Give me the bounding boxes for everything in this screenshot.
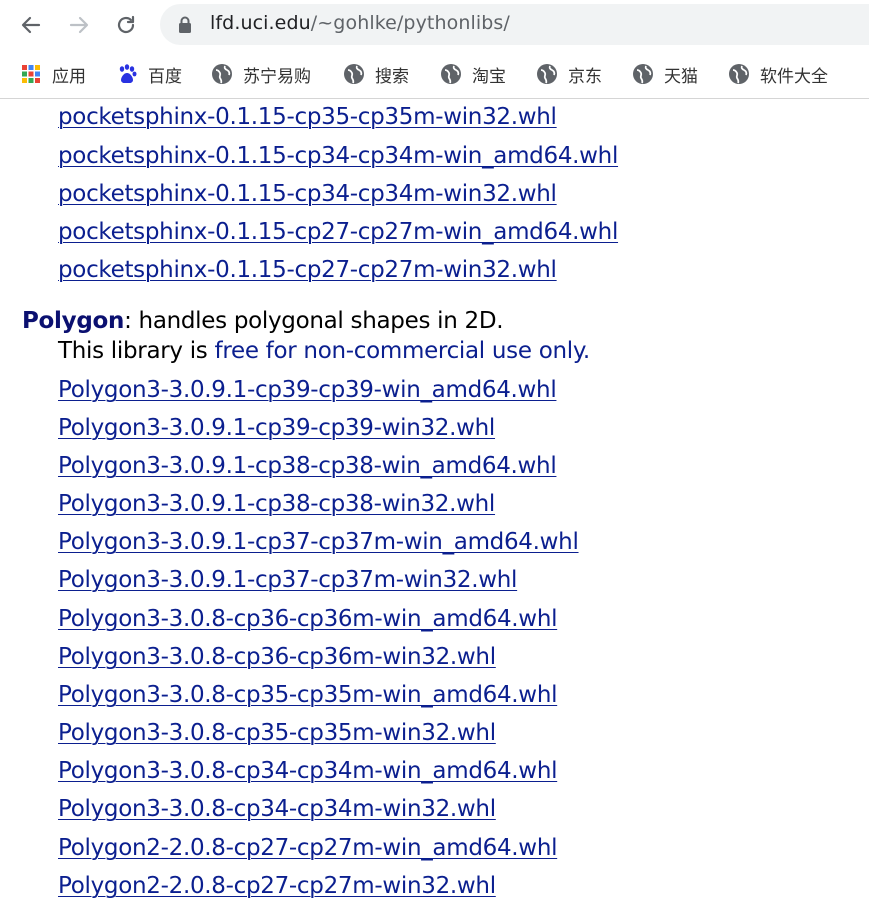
bookmark-label: 苏宁易购 xyxy=(243,66,311,87)
forward-button[interactable] xyxy=(62,8,96,42)
bookmark-label: 软件大全 xyxy=(760,66,828,87)
download-link[interactable]: Polygon3-3.0.8-cp36-cp36m-win_amd64.whl xyxy=(58,606,557,632)
download-link[interactable]: pocketsphinx-0.1.15-cp34-cp34m-win32.whl xyxy=(58,181,557,207)
bookmark-label: 天猫 xyxy=(664,66,698,87)
bookmark-tmall[interactable]: 天猫 xyxy=(632,60,698,88)
bookmark-label: 淘宝 xyxy=(472,66,506,87)
download-link[interactable]: Polygon3-3.0.9.1-cp37-cp37m-win_amd64.wh… xyxy=(58,529,579,555)
reload-button[interactable] xyxy=(109,8,143,42)
bookmark-search[interactable]: 搜索 xyxy=(343,60,409,88)
download-link[interactable]: Polygon3-3.0.8-cp35-cp35m-win_amd64.whl xyxy=(58,682,557,708)
bookmark-jd[interactable]: 京东 xyxy=(536,60,602,88)
bookmark-label: 搜索 xyxy=(375,66,409,87)
url-path: /~gohlke/pythonlibs/ xyxy=(310,12,510,34)
bookmark-apps[interactable]: 应用 xyxy=(20,60,86,88)
download-link[interactable]: Polygon3-3.0.8-cp36-cp36m-win32.whl xyxy=(58,644,496,670)
globe-icon xyxy=(537,64,557,84)
download-link[interactable]: Polygon3-3.0.8-cp35-cp35m-win32.whl xyxy=(58,720,496,746)
globe-icon xyxy=(633,64,653,84)
package-name[interactable]: Polygon xyxy=(22,308,124,334)
back-button[interactable] xyxy=(14,8,48,42)
bookmark-suning[interactable]: 苏宁易购 xyxy=(211,60,311,88)
download-link[interactable]: pocketsphinx-0.1.15-cp27-cp27m-win_amd64… xyxy=(58,219,618,245)
bookmark-software[interactable]: 软件大全 xyxy=(728,60,828,88)
globe-icon xyxy=(344,64,364,84)
download-link[interactable]: pocketsphinx-0.1.15-cp27-cp27m-win32.whl xyxy=(58,257,557,283)
download-link[interactable]: Polygon3-3.0.8-cp34-cp34m-win_amd64.whl xyxy=(58,758,557,784)
lock-icon[interactable] xyxy=(178,16,192,34)
download-link[interactable]: Polygon3-3.0.8-cp34-cp34m-win32.whl xyxy=(58,796,496,822)
license-terms: free for non-commercial use only. xyxy=(214,338,591,364)
download-link[interactable]: Polygon2-2.0.8-cp27-cp27m-win32.whl xyxy=(58,873,496,899)
bookmark-taobao[interactable]: 淘宝 xyxy=(440,60,506,88)
license-prefix: This library is xyxy=(58,338,215,364)
bookmarks-bar: 应用 百度 苏宁易购 搜索 淘宝 京东 天猫 软件大全 xyxy=(0,50,869,99)
arrow-left-icon xyxy=(21,16,41,34)
reload-icon xyxy=(117,15,135,34)
bookmark-label: 应用 xyxy=(52,66,86,87)
bookmark-label: 京东 xyxy=(568,66,602,87)
download-link[interactable]: pocketsphinx-0.1.15-cp34-cp34m-win_amd64… xyxy=(58,143,618,169)
package-description: : handles polygonal shapes in 2D. xyxy=(124,308,504,334)
url-text[interactable]: lfd.uci.edu/~gohlke/pythonlibs/ xyxy=(210,12,510,34)
bookmark-baidu[interactable]: 百度 xyxy=(116,60,182,88)
globe-icon xyxy=(212,64,232,84)
apps-grid-icon xyxy=(22,65,40,83)
download-link[interactable]: Polygon3-3.0.9.1-cp38-cp38-win_amd64.whl xyxy=(58,453,557,479)
download-link[interactable]: Polygon3-3.0.9.1-cp38-cp38-win32.whl xyxy=(58,491,495,517)
download-link[interactable]: Polygon3-3.0.9.1-cp39-cp39-win_amd64.whl xyxy=(58,377,557,403)
browser-toolbar: lfd.uci.edu/~gohlke/pythonlibs/ xyxy=(0,0,869,50)
globe-icon xyxy=(441,64,461,84)
package-heading: Polygon: handles polygonal shapes in 2D. xyxy=(22,308,504,334)
arrow-right-icon xyxy=(69,16,89,34)
baidu-paw-icon xyxy=(119,64,137,83)
address-bar[interactable]: lfd.uci.edu/~gohlke/pythonlibs/ xyxy=(160,4,869,45)
download-link[interactable]: Polygon3-3.0.9.1-cp39-cp39-win32.whl xyxy=(58,415,495,441)
globe-icon xyxy=(729,64,749,84)
download-link[interactable]: Polygon3-3.0.9.1-cp37-cp37m-win32.whl xyxy=(58,567,517,593)
bookmark-label: 百度 xyxy=(148,66,182,87)
download-link[interactable]: pocketsphinx-0.1.15-cp35-cp35m-win32.whl xyxy=(58,104,557,130)
url-host: lfd.uci.edu xyxy=(210,12,311,34)
license-note: This library is free for non-commercial … xyxy=(58,338,590,364)
page-content: pocketsphinx-0.1.15-cp35-cp35m-win32.whl… xyxy=(0,99,869,920)
download-link[interactable]: Polygon2-2.0.8-cp27-cp27m-win_amd64.whl xyxy=(58,835,557,861)
